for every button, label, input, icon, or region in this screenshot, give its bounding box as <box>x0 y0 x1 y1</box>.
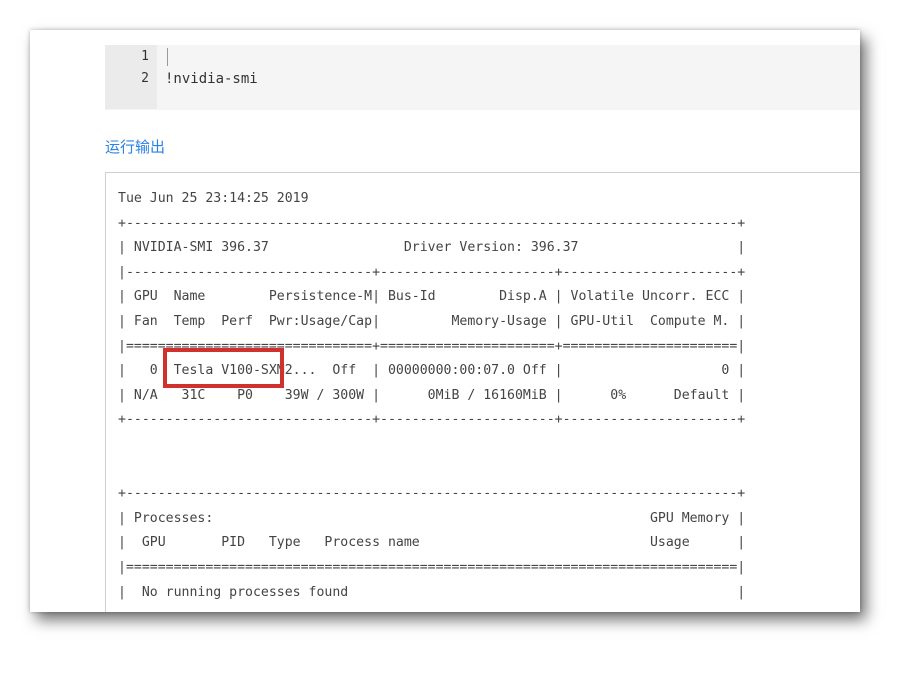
code-cell[interactable]: 1 2 !nvidia-smi <box>105 45 860 110</box>
line-number: 1 <box>141 49 149 64</box>
text-cursor <box>167 48 168 66</box>
code-line[interactable]: !nvidia-smi <box>165 71 258 87</box>
run-output-link[interactable]: 运行输出 <box>105 136 165 157</box>
output-panel: Tue Jun 25 23:14:25 2019 +--------------… <box>105 172 860 612</box>
line-number-gutter: 1 2 <box>105 45 157 109</box>
gpu-model-highlight-box <box>163 348 284 388</box>
notebook-card: 1 2 !nvidia-smi 运行输出 Tue Jun 25 23:14:25… <box>30 30 860 612</box>
nvidia-smi-output: Tue Jun 25 23:14:25 2019 +--------------… <box>118 191 746 612</box>
line-number: 2 <box>141 71 149 86</box>
